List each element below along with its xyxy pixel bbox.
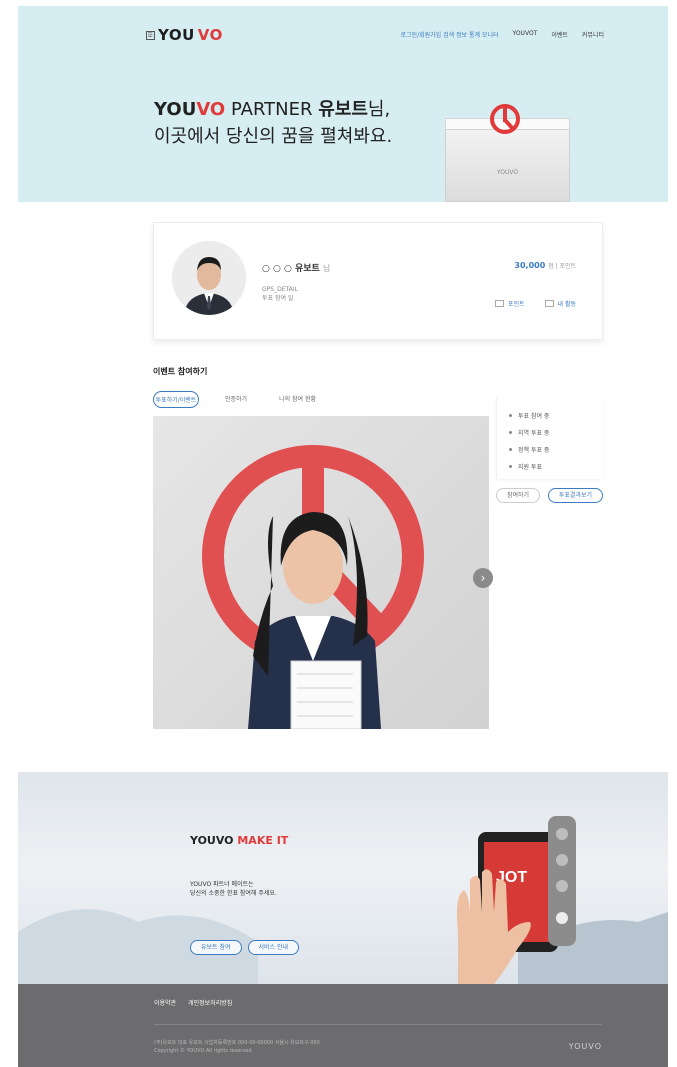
event-gallery-image [153, 416, 489, 729]
footer-divider [154, 1024, 602, 1025]
logo-accent-text: VO [197, 26, 223, 44]
promo-banner: JOT YOUVO MAKE IT YOUVO 파트너 메이트는 당신의 소중한… [18, 772, 668, 984]
profile-card: ○ ○ ○ 유보트 님 GPS_DETAIL 투표 참여 일 30,000 점 |… [153, 222, 603, 340]
avatar [172, 241, 246, 315]
points-display: 30,000 점 | 포인트 [514, 261, 576, 270]
activity-icon [544, 300, 554, 307]
hero-subtitle: 이곳에서 당신의 꿈을 펼쳐봐요. [154, 126, 393, 147]
footer-copyright: (주)유보트 대표 유보트 사업자등록번호 000-00-00000 서울시 유… [154, 1040, 320, 1054]
tab-my-status[interactable]: 나의 참여 현황 [273, 391, 322, 408]
nav-item-youvot[interactable]: YOUVOT [513, 30, 538, 39]
nav-item-login[interactable]: 로그인/회원가입 검색 정보 통계 모니터 [401, 30, 499, 39]
promo-title: YOUVO MAKE IT [190, 834, 289, 847]
footer-link-terms[interactable]: 이용약관 [154, 998, 176, 1007]
footer-logo: YOUVO [568, 1042, 602, 1051]
list-item[interactable]: 정책 투표 중 [509, 441, 591, 458]
profile-meta: GPS_DETAIL 투표 참여 일 [262, 286, 298, 302]
chevron-right-icon[interactable]: › [473, 568, 493, 588]
list-item[interactable]: 지역 투표 중 [509, 424, 591, 441]
event-tabs: 투표하기/이벤트 인증하기 나의 참여 현황 [153, 391, 322, 408]
profile-actions: 포인트 내 활동 [494, 299, 576, 308]
participate-button[interactable]: 참여하기 [496, 488, 541, 503]
logo-text: YOU [158, 26, 195, 44]
hero-brand: YOUVO [154, 99, 226, 120]
results-button[interactable]: 투표결과보기 [547, 488, 603, 503]
hero-banner: ☰ YOU VO 로그인/회원가입 검색 정보 통계 모니터 YOUVOT 이벤트… [18, 6, 668, 202]
site-footer: 이용약관 개인정보처리방침 (주)유보트 대표 유보트 사업자등록번호 000-… [18, 984, 668, 1067]
list-item[interactable]: 지원 투표 [509, 458, 591, 475]
ballot-mark-icon [490, 104, 520, 134]
profile-name: ○ ○ ○ 유보트 님 [262, 264, 331, 274]
promo-info-button[interactable]: 서비스 안내 [247, 940, 300, 955]
points-button[interactable]: 포인트 [494, 299, 525, 308]
side-list: 투표 참여 중 지역 투표 중 정책 투표 중 지원 투표 [496, 397, 603, 479]
list-item[interactable]: 투표 참여 중 [509, 407, 591, 424]
nav-item-event[interactable]: 이벤트 [551, 30, 568, 39]
section-title: 이벤트 참여하기 [153, 367, 208, 376]
top-navigation: 로그인/회원가입 검색 정보 통계 모니터 YOUVOT 이벤트 커뮤니티 [401, 30, 604, 39]
nav-item-community[interactable]: 커뮤니티 [582, 30, 604, 39]
tab-vote[interactable]: 투표하기/이벤트 [153, 391, 199, 408]
activity-button[interactable]: 내 활동 [544, 299, 576, 308]
tab-verify[interactable]: 인증하기 [219, 391, 253, 408]
promo-join-button[interactable]: 유보트 참여 [190, 940, 242, 955]
hero-title: YOUVO PARTNER 유보트님, 이곳에서 당신의 꿈을 펼쳐봐요. [154, 96, 392, 150]
footer-link-privacy[interactable]: 개인정보처리방침 [188, 998, 232, 1007]
logo-mark-icon: ☰ [146, 30, 155, 40]
side-buttons: 참여하기 투표결과보기 [496, 488, 603, 503]
promo-buttons: 유보트 참여 서비스 안내 [190, 940, 300, 955]
points-icon [494, 300, 504, 307]
promo-description: YOUVO 파트너 메이트는 당신의 소중한 한표 참여해 주세요. [190, 881, 277, 897]
page: ☰ YOU VO 로그인/회원가입 검색 정보 통계 모니터 YOUVOT 이벤트… [18, 6, 668, 1067]
site-logo[interactable]: ☰ YOU VO [146, 26, 223, 44]
footer-links: 이용약관 개인정보처리방침 [154, 998, 232, 1007]
